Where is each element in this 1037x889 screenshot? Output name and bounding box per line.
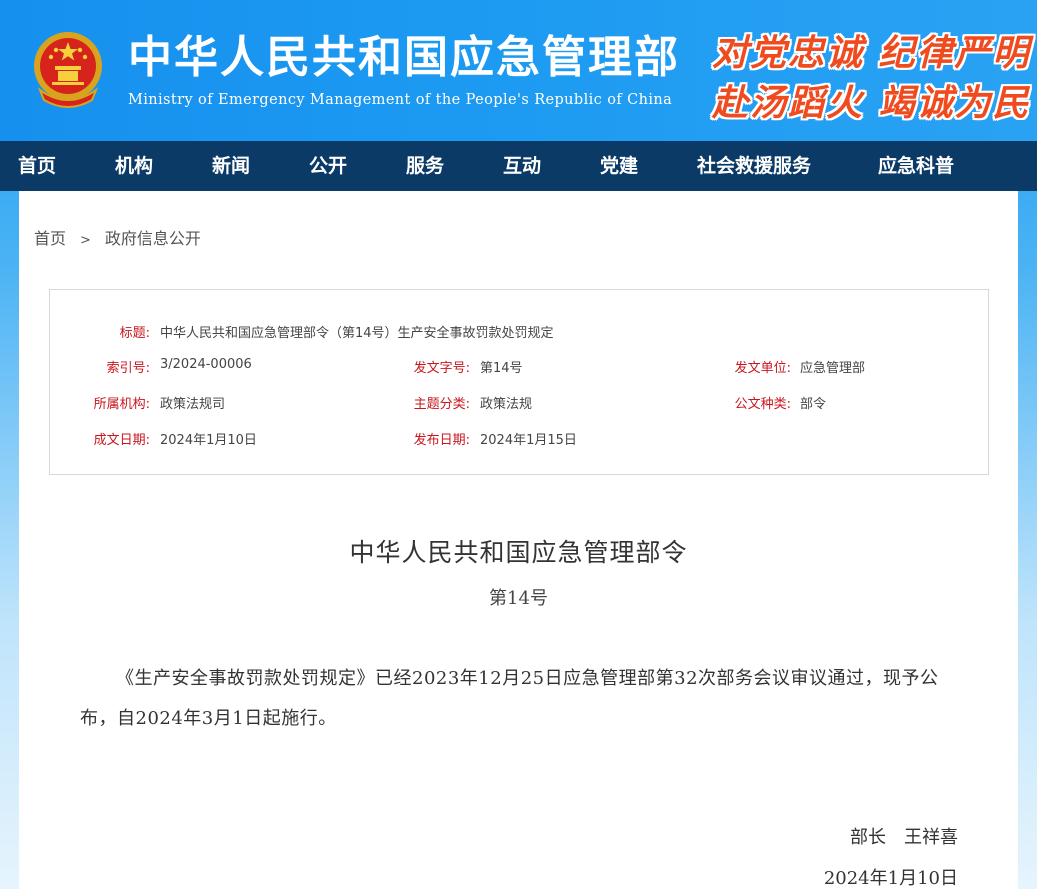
- created-date-label: 成文日期:: [93, 433, 150, 448]
- doc-type-label: 公文种类:: [734, 397, 791, 412]
- document-number: 第14号: [489, 588, 548, 609]
- slogan-line-2: 赴汤蹈火 竭诚为民: [712, 82, 1031, 124]
- main-nav: 首页 机构 新闻 公开 服务 互动 党建 社会救援服务 应急科普: [0, 141, 1037, 191]
- nav-item-science[interactable]: 应急科普: [878, 141, 954, 191]
- doc-number-value: 第14号: [480, 361, 523, 376]
- index-label: 索引号:: [106, 361, 150, 376]
- issuer-label: 发文单位:: [734, 361, 791, 376]
- site-subtitle: Ministry of Emergency Management of the …: [128, 92, 673, 108]
- nav-item-disclosure[interactable]: 公开: [309, 141, 347, 191]
- index-value: 3/2024-00006: [160, 357, 252, 372]
- title-value: 中华人民共和国应急管理部令（第14号）生产安全事故罚款处罚规定: [160, 326, 554, 341]
- nav-item-home[interactable]: 首页: [18, 141, 56, 191]
- nav-item-interaction[interactable]: 互动: [503, 141, 541, 191]
- breadcrumb: 首页 > 政府信息公开: [34, 225, 201, 249]
- doc-type-value: 部令: [800, 397, 827, 412]
- topic-label: 主题分类:: [413, 397, 470, 412]
- document-signature: 部长 王祥喜: [850, 827, 958, 848]
- document-title: 中华人民共和国应急管理部令: [349, 538, 688, 567]
- nav-item-party[interactable]: 党建: [600, 141, 638, 191]
- created-date-value: 2024年1月10日: [160, 433, 257, 448]
- title-label: 标题:: [119, 326, 150, 341]
- nav-item-rescue-services[interactable]: 社会救援服务: [697, 141, 811, 191]
- doc-number-label: 发文字号:: [413, 361, 470, 376]
- nav-item-organization[interactable]: 机构: [115, 141, 153, 191]
- document-info-box: 标题: 中华人民共和国应急管理部令（第14号）生产安全事故罚款处罚规定 索引号:…: [49, 289, 989, 475]
- breadcrumb-home[interactable]: 首页: [34, 225, 66, 249]
- site-title[interactable]: 中华人民共和国应急管理部: [128, 30, 680, 86]
- slogan-line-1: 对党忠诚 纪律严明: [712, 32, 1031, 74]
- org-label: 所属机构:: [93, 397, 150, 412]
- document-body: 《生产安全事故罚款处罚规定》已经2023年12月25日应急管理部第32次部务会议…: [80, 668, 939, 729]
- breadcrumb-current[interactable]: 政府信息公开: [105, 225, 201, 249]
- issuer-value: 应急管理部: [800, 361, 866, 376]
- breadcrumb-separator: >: [80, 233, 91, 248]
- nav-item-services[interactable]: 服务: [406, 141, 444, 191]
- content-panel: 首页 > 政府信息公开 标题: 中华人民共和国应急管理部令（第14号）生产安全事故罚…: [19, 191, 1018, 889]
- nav-item-news[interactable]: 新闻: [212, 141, 250, 191]
- org-value: 政策法规司: [160, 397, 226, 412]
- topic-value: 政策法规: [480, 397, 533, 412]
- site-header: 中华人民共和国应急管理部 Ministry of Emergency Manag…: [0, 0, 1037, 141]
- document-date: 2024年1月10日: [823, 868, 958, 889]
- published-date-value: 2024年1月15日: [480, 433, 577, 448]
- national-emblem-icon[interactable]: [30, 28, 106, 108]
- published-date-label: 发布日期:: [413, 433, 470, 448]
